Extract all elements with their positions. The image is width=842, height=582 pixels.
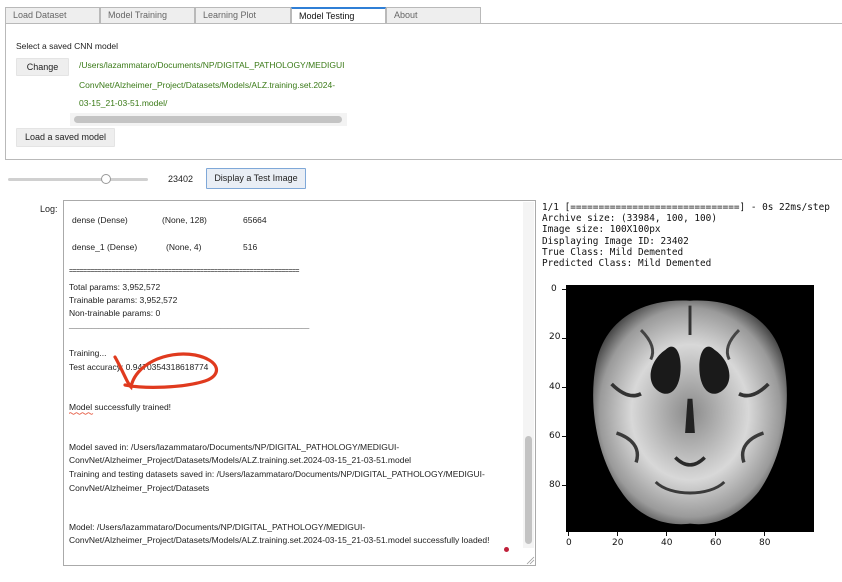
y-tick-mark — [562, 436, 566, 437]
output-image-id: Displaying Image ID: 23402 — [542, 236, 689, 247]
log-row-params: 516 — [243, 242, 258, 252]
log-saved-line-2: ConvNet/Alzheimer_Project/Datasets/Model… — [69, 455, 412, 465]
log-loaded-line-2: ConvNet/Alzheimer_Project/Datasets/Model… — [69, 535, 490, 545]
resize-grip-icon[interactable] — [526, 556, 535, 565]
y-tick-label: 40 — [549, 382, 561, 392]
change-button[interactable]: Change — [16, 58, 69, 76]
path-scrollbar[interactable] — [70, 113, 347, 126]
slider-value: 23402 — [168, 174, 194, 184]
slider-thumb[interactable] — [101, 174, 111, 184]
x-tick-label: 40 — [661, 538, 673, 548]
output-image-size: Image size: 100X100px — [542, 224, 661, 235]
log-non-trainable-params: Non-trainable params: 0 — [69, 308, 161, 318]
x-tick-mark — [568, 532, 569, 536]
y-tick-mark — [562, 338, 566, 339]
log-row-name: dense_1 (Dense) — [72, 242, 138, 252]
select-model-label: Select a saved CNN model — [16, 41, 119, 51]
tab-load-dataset[interactable]: Load Dataset — [5, 7, 100, 24]
mri-image — [566, 285, 814, 532]
x-tick-label: 20 — [612, 538, 624, 548]
y-tick-label: 60 — [549, 431, 561, 441]
log-trainable-params: Trainable params: 3,952,572 — [69, 295, 178, 305]
tab-about[interactable]: About — [386, 7, 481, 24]
log-row-name: dense (Dense) — [72, 215, 128, 225]
model-path-line-3: 03-15_21-03-51.model/ — [79, 98, 168, 108]
y-tick-label: 80 — [549, 480, 561, 490]
log-datasets-line-1: Training and testing datasets saved in: … — [69, 469, 485, 479]
y-tick-mark — [562, 387, 566, 388]
output-archive-size: Archive size: (33984, 100, 100) — [542, 213, 717, 224]
log-label: Log: — [40, 204, 58, 214]
image-id-slider[interactable] — [8, 174, 148, 184]
x-tick-mark — [666, 532, 667, 536]
path-scrollbar-thumb[interactable] — [74, 116, 342, 123]
y-tick-label: 20 — [549, 332, 561, 342]
model-path-line-2: ConvNet/Alzheimer_Project/Datasets/Model… — [79, 80, 336, 90]
tab-learning-plot[interactable]: Learning Plot — [195, 7, 291, 24]
output-true-class: True Class: Mild Demented — [542, 247, 684, 258]
y-tick-mark — [562, 289, 566, 290]
log-separator: ========================================… — [69, 268, 300, 275]
log-row-params: 65664 — [243, 215, 267, 225]
x-tick-mark — [764, 532, 765, 536]
log-datasets-line-2: ConvNet/Alzheimer_Project/Datasets — [69, 483, 210, 493]
log-row-shape: (None, 128) — [162, 215, 207, 225]
model-path-line-1: /Users/lazammataro/Documents/NP/DIGITAL_… — [79, 60, 345, 70]
cursor-dot — [504, 547, 509, 552]
output-progress: 1/1 [==============================] - 0… — [542, 202, 830, 213]
x-tick-mark — [617, 532, 618, 536]
x-tick-label: 0 — [566, 538, 572, 548]
x-tick-label: 80 — [759, 538, 771, 548]
log-scrollbar[interactable] — [523, 202, 534, 548]
log-scrollbar-thumb[interactable] — [525, 436, 532, 544]
log-total-params: Total params: 3,952,572 — [69, 282, 161, 292]
spellcheck-underline — [69, 412, 94, 415]
model-testing-panel — [5, 23, 842, 160]
log-row-shape: (None, 4) — [166, 242, 202, 252]
load-model-button[interactable]: Load a saved model — [16, 128, 115, 147]
tab-model-training[interactable]: Model Training — [100, 7, 195, 24]
log-training: Training... — [69, 348, 107, 358]
log-rule: ________________________________________… — [69, 322, 310, 329]
log-loaded-line-1: Model: /Users/lazammataro/Documents/NP/D… — [69, 522, 366, 532]
y-tick-mark — [562, 485, 566, 486]
output-predicted-class: Predicted Class: Mild Demented — [542, 258, 712, 269]
y-tick-label: 0 — [551, 284, 557, 294]
tab-model-testing[interactable]: Model Testing — [291, 7, 386, 24]
red-circle-annotation — [113, 352, 218, 391]
log-trained-message: Model successfully trained! — [69, 402, 172, 412]
log-saved-line-1: Model saved in: /Users/lazammataro/Docum… — [69, 442, 400, 452]
brain-scan-image — [593, 300, 787, 525]
x-tick-label: 60 — [710, 538, 722, 548]
display-test-image-button[interactable]: Display a Test Image — [206, 168, 306, 189]
x-tick-mark — [715, 532, 716, 536]
